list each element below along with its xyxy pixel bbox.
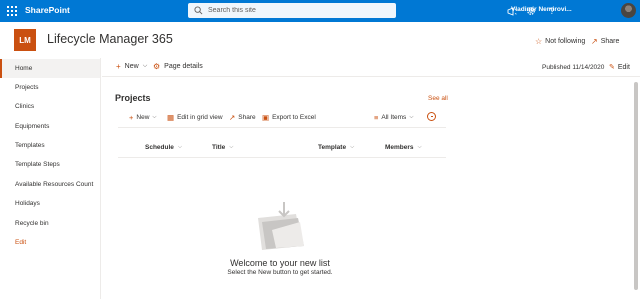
chevron-down-icon: ⌵ — [142, 63, 148, 69]
page-new-button[interactable]: + New ⌵ — [116, 62, 147, 71]
search-icon — [194, 6, 203, 15]
nav-item-recycle-bin[interactable]: Recycle bin — [0, 214, 100, 233]
edit-grid-label: Edit in grid view — [177, 114, 223, 121]
chevron-down-icon: ⌵ — [152, 114, 157, 120]
nav-edit-link[interactable]: Edit — [0, 233, 100, 252]
nav-item-template-steps[interactable]: Template Steps — [0, 155, 100, 174]
search-input[interactable] — [208, 7, 388, 14]
list-new-button[interactable]: + New ⌵ — [129, 113, 157, 122]
page-details-label: Page details — [164, 63, 203, 70]
nav-item-projects[interactable]: Projects — [0, 78, 100, 97]
column-header-divider — [118, 157, 446, 158]
nav-item-available-resources-count[interactable]: Available Resources Count — [0, 175, 100, 194]
info-icon[interactable] — [427, 112, 436, 121]
share-icon: ↗ — [591, 37, 598, 46]
site-share-button[interactable]: ↗ Share — [591, 37, 619, 46]
follow-label: Not following — [545, 38, 586, 45]
view-label: All Items — [381, 114, 407, 121]
column-label: Members — [385, 144, 414, 151]
nav-item-clinics[interactable]: Clinics — [0, 97, 100, 116]
page-details-button[interactable]: ⚙ Page details — [153, 62, 203, 71]
list-new-label: New — [136, 114, 150, 121]
published-status: Published 11/14/2020 — [542, 64, 605, 71]
nav-item-templates[interactable]: Templates — [0, 136, 100, 155]
page-edit-button[interactable]: ✎ Edit — [609, 63, 630, 72]
pencil-icon: ✎ — [609, 64, 615, 71]
avatar[interactable] — [621, 3, 636, 18]
plus-icon: + — [129, 113, 134, 122]
column-header-title[interactable]: Title ⌵ — [212, 144, 233, 151]
chevron-down-icon: ⌵ — [229, 144, 234, 150]
empty-list-title: Welcome to your new list — [230, 258, 330, 268]
sharepoint-brand-link[interactable]: SharePoint — [25, 5, 70, 15]
column-label: Title — [212, 144, 226, 151]
grid-icon: ▦ — [167, 113, 175, 122]
gear-icon: ⚙ — [153, 62, 161, 71]
nav-item-holidays[interactable]: Holidays — [0, 194, 100, 213]
plus-icon: + — [116, 62, 121, 71]
column-label: Template — [318, 144, 347, 151]
nav-item-home[interactable]: Home — [0, 59, 100, 78]
star-icon: ☆ — [535, 37, 543, 46]
chevron-down-icon: ⌵ — [409, 114, 414, 120]
column-header-members[interactable]: Members ⌵ — [385, 144, 422, 151]
excel-icon: ▣ — [262, 113, 270, 122]
chevron-down-icon: ⌵ — [350, 144, 355, 150]
site-logo[interactable]: LM — [14, 29, 36, 51]
site-title[interactable]: Lifecycle Manager 365 — [47, 32, 173, 46]
column-header-schedule[interactable]: Schedule ⌵ — [145, 144, 182, 151]
follow-button[interactable]: ☆ Not following — [535, 37, 585, 46]
list-share-button[interactable]: ↗ Share — [229, 113, 256, 122]
share-icon: ↗ — [229, 113, 236, 122]
edit-grid-view-button[interactable]: ▦ Edit in grid view — [167, 113, 223, 122]
export-excel-label: Export to Excel — [272, 114, 316, 121]
see-all-link[interactable]: See all — [428, 95, 448, 102]
empty-list-subtitle: Select the New button to get started. — [227, 269, 333, 276]
export-excel-button[interactable]: ▣ Export to Excel — [262, 113, 316, 122]
view-selector[interactable]: ≡ All Items ⌵ — [374, 113, 413, 122]
page-scrollbar-thumb[interactable] — [634, 82, 638, 290]
page-edit-label: Edit — [617, 63, 630, 71]
chevron-down-icon: ⌵ — [417, 144, 422, 150]
nav-item-equipments[interactable]: Equipments — [0, 117, 100, 136]
view-lines-icon: ≡ — [374, 113, 379, 122]
search-box[interactable] — [188, 3, 396, 18]
app-launcher-icon[interactable] — [0, 0, 24, 22]
share-label: Share — [600, 38, 620, 45]
column-label: Schedule — [145, 144, 174, 151]
empty-list-illustration — [258, 202, 304, 250]
user-name[interactable]: Vladimir Nemirovi... — [511, 6, 572, 13]
command-divider — [118, 127, 446, 128]
chevron-down-icon: ⌵ — [177, 144, 183, 150]
column-header-template[interactable]: Template ⌵ — [318, 144, 354, 151]
list-share-label: Share — [238, 114, 256, 121]
page-new-label: New — [124, 63, 139, 70]
list-webpart-title[interactable]: Projects — [115, 93, 151, 103]
